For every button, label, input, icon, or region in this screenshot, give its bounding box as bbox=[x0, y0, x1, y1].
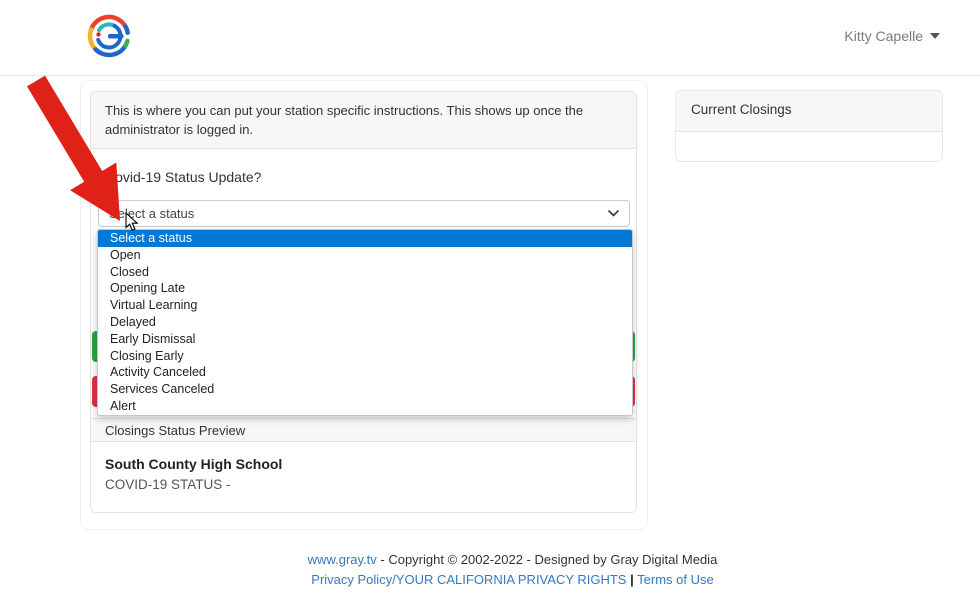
user-menu[interactable]: Kitty Capelle bbox=[844, 28, 940, 44]
copyright-text: - Copyright © 2002-2022 - Designed by Gr… bbox=[377, 552, 718, 567]
footer-copyright-line: www.gray.tv - Copyright © 2002-2022 - De… bbox=[45, 552, 980, 567]
covid-status-label: Covid-19 Status Update? bbox=[105, 169, 261, 185]
dropdown-option-closing-early[interactable]: Closing Early bbox=[98, 348, 632, 365]
status-select[interactable]: Select a status bbox=[98, 200, 630, 227]
closings-preview-body: South County High School COVID-19 STATUS… bbox=[91, 442, 636, 514]
school-status-line: COVID-19 STATUS - bbox=[105, 477, 622, 492]
gray-tv-link[interactable]: www.gray.tv bbox=[308, 552, 377, 567]
school-name: South County High School bbox=[105, 456, 622, 472]
current-closings-card: Current Closings bbox=[675, 90, 943, 162]
footer-legal-line: Privacy Policy/YOUR CALIFORNIA PRIVACY R… bbox=[45, 572, 980, 587]
dropdown-option-open[interactable]: Open bbox=[98, 247, 632, 264]
terms-of-use-link[interactable]: Terms of Use bbox=[637, 572, 714, 587]
current-closings-title: Current Closings bbox=[676, 91, 942, 132]
dropdown-option-activity-canceled[interactable]: Activity Canceled bbox=[98, 364, 632, 381]
chevron-down-icon bbox=[608, 210, 619, 217]
status-dropdown-list: Select a status Open Closed Opening Late… bbox=[97, 229, 633, 416]
privacy-policy-link[interactable]: Privacy Policy/YOUR CALIFORNIA PRIVACY R… bbox=[311, 572, 626, 587]
dropdown-option-select-a-status[interactable]: Select a status bbox=[98, 230, 632, 247]
dropdown-option-closed[interactable]: Closed bbox=[98, 264, 632, 281]
dropdown-option-services-canceled[interactable]: Services Canceled bbox=[98, 381, 632, 398]
chevron-down-icon bbox=[930, 33, 940, 39]
dropdown-option-delayed[interactable]: Delayed bbox=[98, 314, 632, 331]
footer-separator: | bbox=[630, 572, 634, 587]
top-bar: Kitty Capelle bbox=[0, 0, 980, 76]
page-footer: www.gray.tv - Copyright © 2002-2022 - De… bbox=[45, 552, 980, 592]
user-name: Kitty Capelle bbox=[844, 28, 923, 44]
closings-preview-header: Closings Status Preview bbox=[91, 418, 636, 442]
current-closings-body bbox=[676, 132, 942, 161]
page: Kitty Capelle This is where you can put … bbox=[0, 0, 980, 607]
gray-tv-logo-icon[interactable] bbox=[84, 11, 134, 61]
dropdown-option-opening-late[interactable]: Opening Late bbox=[98, 280, 632, 297]
dropdown-option-early-dismissal[interactable]: Early Dismissal bbox=[98, 331, 632, 348]
status-select-value: Select a status bbox=[109, 206, 608, 221]
dropdown-option-alert[interactable]: Alert bbox=[98, 398, 632, 415]
station-instructions: This is where you can put your station s… bbox=[91, 92, 636, 149]
dropdown-option-virtual-learning[interactable]: Virtual Learning bbox=[98, 297, 632, 314]
